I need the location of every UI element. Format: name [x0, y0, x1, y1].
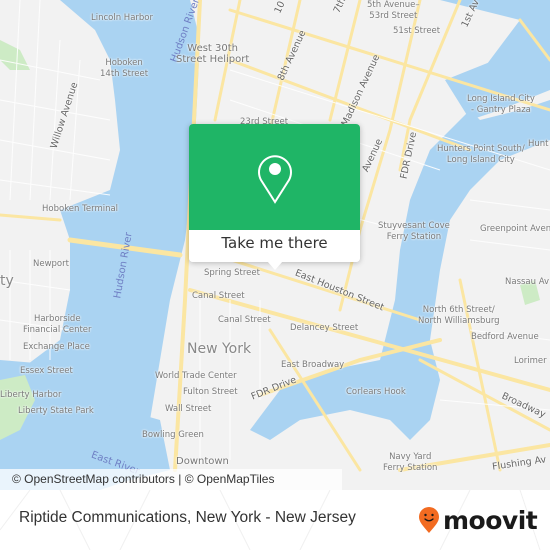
- location-pin-icon: [258, 155, 292, 204]
- label-bedford-avenue: Bedford Avenue: [471, 332, 539, 342]
- label-corlears-hook: Corlears Hook: [346, 387, 406, 397]
- label-greenpoint-avenue: Greenpoint Avenue: [480, 224, 550, 234]
- footer-title: Riptide Communications, New York - New J…: [19, 509, 356, 526]
- moovit-logo-text: moovit: [443, 505, 538, 535]
- label-downtown: Downtown: [176, 456, 229, 467]
- label-west-30th-heliport: West 30th Street Heliport: [176, 43, 250, 65]
- destination-popup[interactable]: Take me there: [189, 124, 360, 270]
- label-hoboken-terminal: Hoboken Terminal: [42, 204, 119, 214]
- label-hunters-point-south: Hunters Point South/Long Island City: [437, 144, 525, 165]
- label-fulton-street: Fulton Street: [183, 387, 238, 397]
- label-city-partial: ty: [0, 273, 14, 289]
- label-wall-street: Wall Street: [165, 404, 212, 414]
- label-north-6th-street: North 6th Street/North Williamsburg: [418, 305, 500, 326]
- map-attribution[interactable]: © OpenStreetMap contributors | © OpenMap…: [0, 469, 342, 490]
- label-delancey-street: Delancey Street: [290, 323, 359, 333]
- label-liberty-state-park: Liberty State Park: [18, 406, 94, 416]
- moovit-pin-icon: [419, 507, 439, 533]
- label-canal-street-2: Canal Street: [218, 315, 271, 325]
- label-liberty-harbor: Liberty Harbor: [0, 390, 62, 400]
- label-newport: Newport: [33, 259, 69, 269]
- label-stuyvesant-cove: Stuyvesant Cove Ferry Station: [378, 221, 450, 242]
- label-5th-ave-53rd: 5th Avenue– 53rd Street: [367, 0, 420, 21]
- label-harborside: Harborside Financial Center: [23, 314, 92, 335]
- label-world-trade-center: World Trade Center: [155, 371, 237, 381]
- label-51st-street: 51st Street: [393, 26, 441, 36]
- label-new-york: New York: [187, 341, 252, 357]
- moovit-logo[interactable]: moovit: [418, 503, 538, 537]
- label-east-broadway: East Broadway: [281, 360, 345, 370]
- take-me-there-button[interactable]: Take me there: [189, 230, 360, 262]
- label-lincoln-harbor: Lincoln Harbor: [91, 13, 153, 23]
- popup-tail: [267, 261, 283, 270]
- label-nassau-avenue: Nassau Av: [505, 277, 550, 287]
- label-essex-street: Essex Street: [20, 366, 73, 376]
- label-hoboken-14th: Hoboken 14th Street: [100, 58, 149, 79]
- label-navy-yard: Navy Yard Ferry Station: [383, 452, 438, 473]
- popup-header[interactable]: [189, 124, 360, 230]
- label-exchange-place: Exchange Place: [23, 342, 90, 352]
- label-lic-gantry-plaza: Long Island City - Gantry Plaza: [467, 94, 535, 115]
- label-hunters-ave: Hunt Av: [528, 139, 550, 149]
- label-lorimer: Lorimer S: [514, 356, 550, 366]
- label-bowling-green: Bowling Green: [142, 430, 204, 440]
- label-spring-street: Spring Street: [204, 268, 260, 278]
- map[interactable]: Lincoln Harbor Hudson River West 30th Str…: [0, 0, 550, 490]
- label-canal-street-1: Canal Street: [192, 291, 245, 301]
